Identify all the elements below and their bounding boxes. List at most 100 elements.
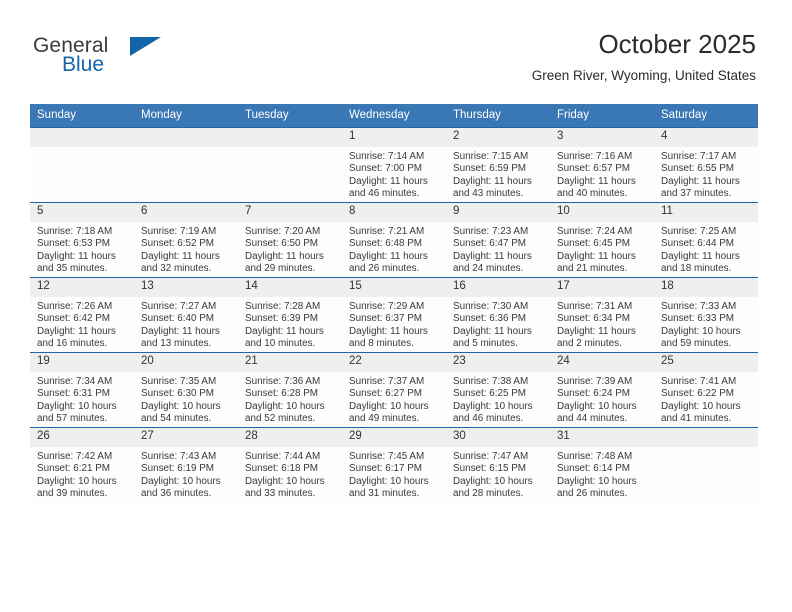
sunset-text: Sunset: 6:14 PM [557,463,631,475]
day-cell-inner: 27 Sunrise: 7:43 AM Sunset: 6:19 PM Dayligh… [134,428,238,502]
sunrise-text: Sunrise: 7:43 AM [141,451,217,462]
calendar-week-row: 5 Sunrise: 7:18 AM Sunset: 6:53 PM Daylight… [30,202,758,278]
sunset-text: Sunset: 6:39 PM [245,313,319,325]
calendar-day-cell[interactable]: 7 Sunrise: 7:20 AM Sunset: 6:50 PM Daylight… [238,202,342,278]
day-info: Sunrise: 7:33 AM Sunset: 6:33 PM Daylight:… [654,297,758,351]
calendar-day-cell[interactable]: 26 Sunrise: 7:42 AM Sunset: 6:21 PM Dayligh… [30,427,134,502]
day-cell-inner: 18 Sunrise: 7:33 AM Sunset: 6:33 PM Dayligh… [654,278,758,352]
day-number: 24 [550,353,654,372]
calendar-day-cell[interactable]: 16 Sunrise: 7:30 AM Sunset: 6:36 PM Dayligh… [446,277,550,353]
day-info: Sunrise: 7:17 AM Sunset: 6:55 PM Daylight:… [654,147,758,201]
weekday-header-saturday: Saturday [654,104,758,128]
calendar-day-cell[interactable]: 9 Sunrise: 7:23 AM Sunset: 6:47 PM Daylight… [446,202,550,278]
calendar-day-cell[interactable]: 2 Sunrise: 7:15 AM Sunset: 6:59 PM Daylight… [446,127,550,203]
day-number [30,128,134,147]
calendar-day-cell[interactable]: 8 Sunrise: 7:21 AM Sunset: 6:48 PM Daylight… [342,202,446,278]
calendar-day-cell[interactable]: 20 Sunrise: 7:35 AM Sunset: 6:30 PM Dayligh… [134,352,238,428]
daylight-text: Daylight: 10 hours and 39 minutes. [37,475,117,500]
day-cell-inner: 19 Sunrise: 7:34 AM Sunset: 6:31 PM Dayligh… [30,353,134,427]
sunset-text: Sunset: 6:19 PM [141,463,215,475]
sunrise-sunset-calendar: Sunday Monday Tuesday Wednesday Thursday Frid… [30,104,758,502]
day-number: 1 [342,128,446,147]
calendar-day-cell[interactable]: 29 Sunrise: 7:45 AM Sunset: 6:17 PM Dayligh… [342,427,446,502]
sunset-text: Sunset: 6:28 PM [245,388,319,400]
sunset-text: Sunset: 6:15 PM [453,463,527,475]
day-number: 26 [30,428,134,447]
calendar-day-cell[interactable]: 14 Sunrise: 7:28 AM Sunset: 6:39 PM Dayligh… [238,277,342,353]
calendar-day-cell[interactable]: 27 Sunrise: 7:43 AM Sunset: 6:19 PM Dayligh… [134,427,238,502]
daylight-text: Daylight: 10 hours and 31 minutes. [349,475,429,500]
sunrise-text: Sunrise: 7:20 AM [245,226,321,237]
calendar-day-cell[interactable]: 3 Sunrise: 7:16 AM Sunset: 6:57 PM Daylight… [550,127,654,203]
sunset-text: Sunset: 6:57 PM [557,163,631,175]
day-info: Sunrise: 7:20 AM Sunset: 6:50 PM Daylight:… [238,222,342,276]
calendar-day-cell[interactable]: 13 Sunrise: 7:27 AM Sunset: 6:40 PM Dayligh… [134,277,238,353]
calendar-day-cell[interactable]: 28 Sunrise: 7:44 AM Sunset: 6:18 PM Dayligh… [238,427,342,502]
calendar-day-cell[interactable]: 10 Sunrise: 7:24 AM Sunset: 6:45 PM Dayligh… [550,202,654,278]
calendar-day-cell[interactable]: 15 Sunrise: 7:29 AM Sunset: 6:37 PM Dayligh… [342,277,446,353]
daylight-text: Daylight: 11 hours and 37 minutes. [661,175,740,200]
sunset-text: Sunset: 6:52 PM [141,238,215,250]
calendar-day-cell[interactable]: 6 Sunrise: 7:19 AM Sunset: 6:52 PM Daylight… [134,202,238,278]
sunrise-text: Sunrise: 7:16 AM [557,151,633,162]
calendar-day-cell[interactable]: 30 Sunrise: 7:47 AM Sunset: 6:15 PM Dayligh… [446,427,550,502]
day-info: Sunrise: 7:24 AM Sunset: 6:45 PM Daylight:… [550,222,654,276]
day-cell-inner: 28 Sunrise: 7:44 AM Sunset: 6:18 PM Dayligh… [238,428,342,502]
calendar-day-cell[interactable]: 11 Sunrise: 7:25 AM Sunset: 6:44 PM Dayligh… [654,202,758,278]
day-info: Sunrise: 7:43 AM Sunset: 6:19 PM Daylight:… [134,447,238,501]
weekday-header-sunday: Sunday [30,104,134,128]
day-info: Sunrise: 7:42 AM Sunset: 6:21 PM Daylight:… [30,447,134,501]
calendar-day-cell[interactable]: 17 Sunrise: 7:31 AM Sunset: 6:34 PM Dayligh… [550,277,654,353]
calendar-day-cell[interactable]: 25 Sunrise: 7:41 AM Sunset: 6:22 PM Dayligh… [654,352,758,428]
brand-logo[interactable]: General Blue [33,34,163,80]
calendar-day-cell[interactable]: 22 Sunrise: 7:37 AM Sunset: 6:27 PM Dayligh… [342,352,446,428]
calendar-header-row: Sunday Monday Tuesday Wednesday Thursday Frid… [30,104,758,128]
sunset-text: Sunset: 6:27 PM [349,388,423,400]
day-info: Sunrise: 7:16 AM Sunset: 6:57 PM Daylight:… [550,147,654,201]
sunset-text: Sunset: 6:21 PM [37,463,111,475]
day-cell-inner: 31 Sunrise: 7:48 AM Sunset: 6:14 PM Dayligh… [550,428,654,502]
day-cell-inner [238,128,342,202]
day-info: Sunrise: 7:21 AM Sunset: 6:48 PM Daylight:… [342,222,446,276]
day-cell-inner: 3 Sunrise: 7:16 AM Sunset: 6:57 PM Daylight… [550,128,654,202]
daylight-text: Daylight: 11 hours and 2 minutes. [557,325,636,350]
daylight-text: Daylight: 11 hours and 13 minutes. [141,325,220,350]
calendar-day-cell[interactable]: 21 Sunrise: 7:36 AM Sunset: 6:28 PM Dayligh… [238,352,342,428]
calendar-week-row: 19 Sunrise: 7:34 AM Sunset: 6:31 PM Dayligh… [30,352,758,428]
calendar-day-cell[interactable]: 4 Sunrise: 7:17 AM Sunset: 6:55 PM Daylight… [654,127,758,203]
sunset-text: Sunset: 6:18 PM [245,463,319,475]
sunrise-text: Sunrise: 7:39 AM [557,376,633,387]
day-number: 19 [30,353,134,372]
day-info: Sunrise: 7:34 AM Sunset: 6:31 PM Daylight:… [30,372,134,426]
daylight-text: Daylight: 10 hours and 36 minutes. [141,475,221,500]
calendar-day-cell[interactable]: 23 Sunrise: 7:38 AM Sunset: 6:25 PM Dayligh… [446,352,550,428]
sunrise-text: Sunrise: 7:48 AM [557,451,633,462]
calendar-day-cell[interactable]: 12 Sunrise: 7:26 AM Sunset: 6:42 PM Dayligh… [30,277,134,353]
day-cell-inner: 17 Sunrise: 7:31 AM Sunset: 6:34 PM Dayligh… [550,278,654,352]
calendar-day-cell[interactable]: 18 Sunrise: 7:33 AM Sunset: 6:33 PM Dayligh… [654,277,758,353]
sunset-text: Sunset: 6:40 PM [141,313,215,325]
calendar-day-cell[interactable]: 1 Sunrise: 7:14 AM Sunset: 7:00 PM Daylight… [342,127,446,203]
daylight-text: Daylight: 11 hours and 43 minutes. [453,175,532,200]
day-cell-inner: 16 Sunrise: 7:30 AM Sunset: 6:36 PM Dayligh… [446,278,550,352]
day-number: 18 [654,278,758,297]
page-header: General Blue October 2025 Green River, W… [0,0,792,83]
calendar-day-cell[interactable]: 24 Sunrise: 7:39 AM Sunset: 6:24 PM Dayligh… [550,352,654,428]
calendar-day-cell[interactable]: 31 Sunrise: 7:48 AM Sunset: 6:14 PM Dayligh… [550,427,654,502]
calendar-week-row: 26 Sunrise: 7:42 AM Sunset: 6:21 PM Dayligh… [30,427,758,502]
day-cell-inner: 15 Sunrise: 7:29 AM Sunset: 6:37 PM Dayligh… [342,278,446,352]
calendar-day-cell[interactable]: 5 Sunrise: 7:18 AM Sunset: 6:53 PM Daylight… [30,202,134,278]
day-info: Sunrise: 7:37 AM Sunset: 6:27 PM Daylight:… [342,372,446,426]
day-cell-inner: 13 Sunrise: 7:27 AM Sunset: 6:40 PM Dayligh… [134,278,238,352]
day-cell-inner: 9 Sunrise: 7:23 AM Sunset: 6:47 PM Daylight… [446,203,550,277]
calendar-day-cell[interactable]: 19 Sunrise: 7:34 AM Sunset: 6:31 PM Dayligh… [30,352,134,428]
daylight-text: Daylight: 10 hours and 41 minutes. [661,400,741,425]
sunset-text: Sunset: 6:44 PM [661,238,735,250]
day-number: 2 [446,128,550,147]
sunrise-text: Sunrise: 7:18 AM [37,226,113,237]
day-number: 4 [654,128,758,147]
day-number: 12 [30,278,134,297]
calendar-week-row: 1 Sunrise: 7:14 AM Sunset: 7:00 PM Daylight… [30,127,758,203]
daylight-text: Daylight: 11 hours and 32 minutes. [141,250,220,275]
weekday-header-thursday: Thursday [446,104,550,128]
